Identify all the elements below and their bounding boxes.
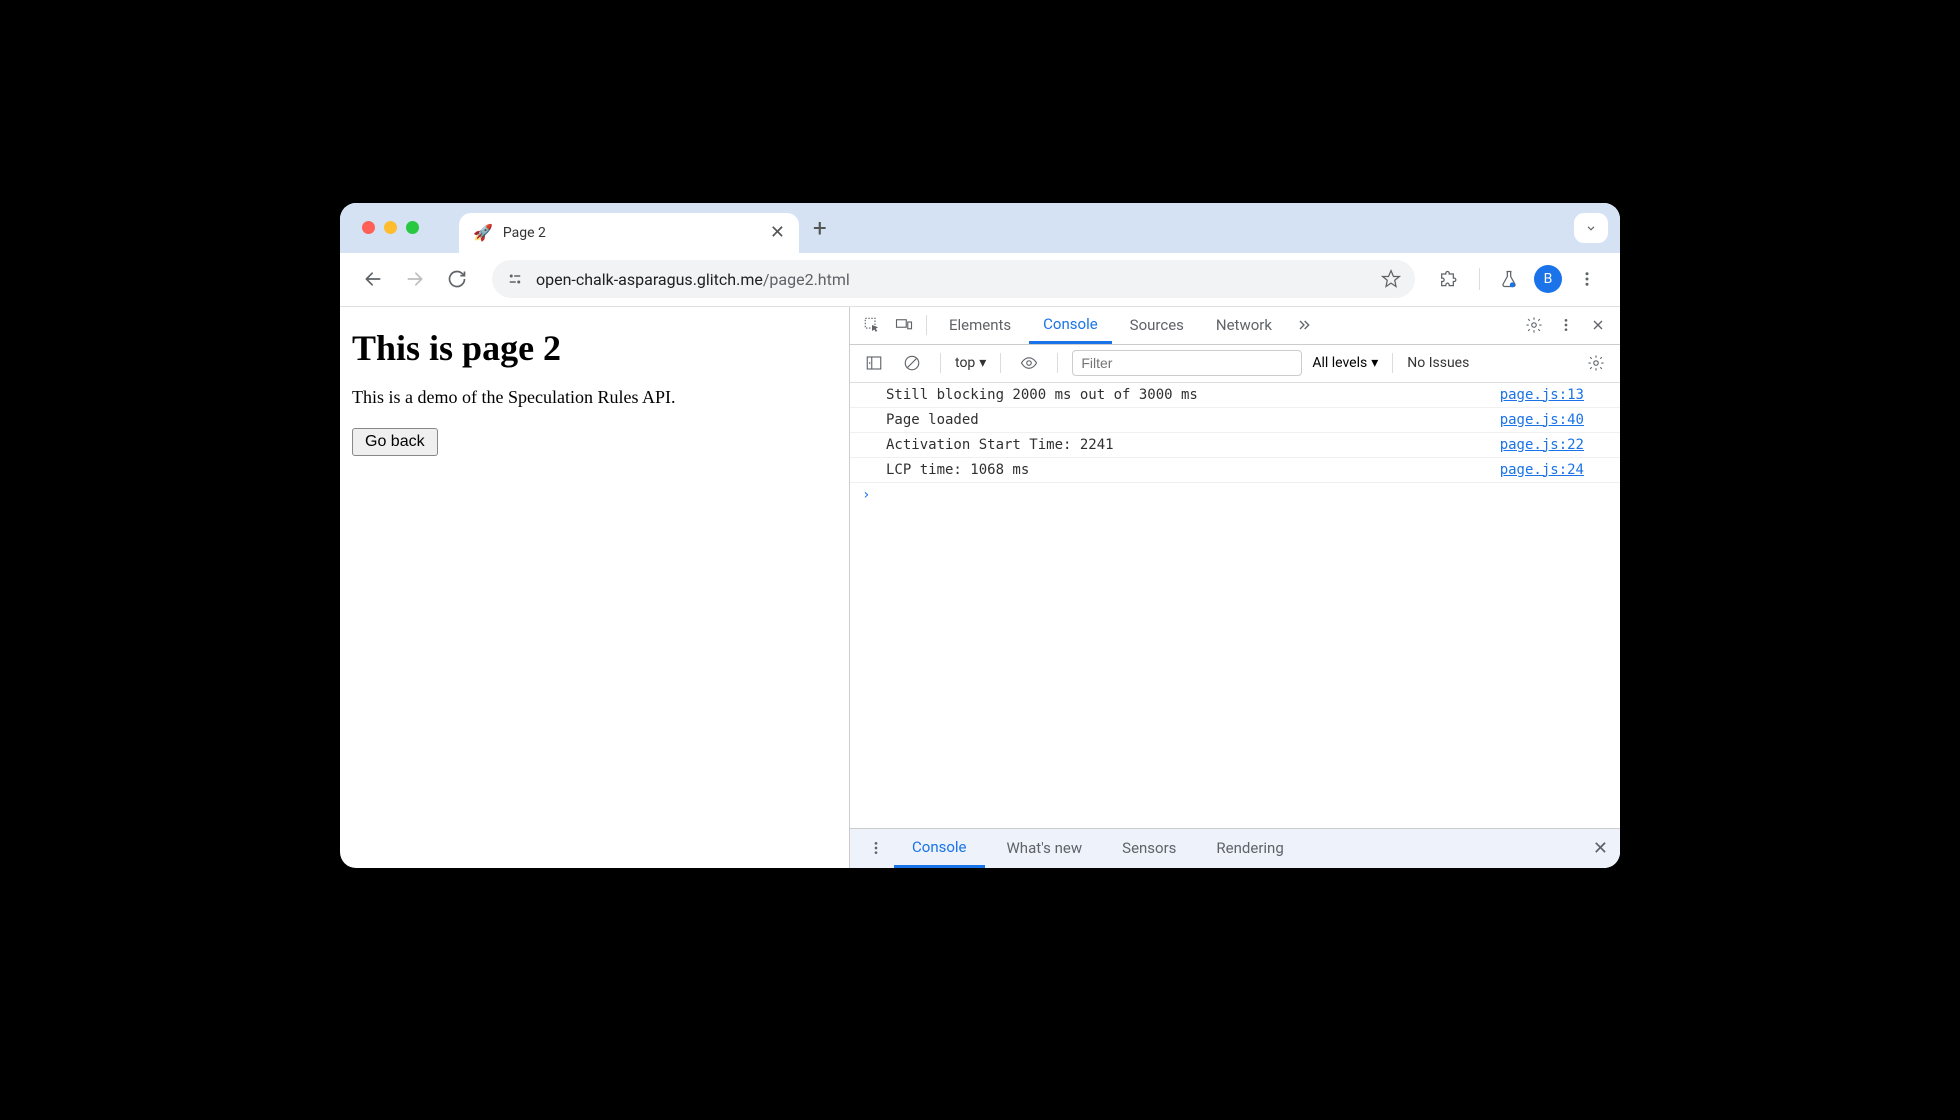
devtools-settings-icon[interactable] xyxy=(1520,311,1548,339)
profile-avatar[interactable]: B xyxy=(1534,265,1562,293)
browser-toolbar: open-chalk-asparagus.glitch.me/page2.htm… xyxy=(340,253,1620,307)
site-settings-icon[interactable] xyxy=(506,270,524,288)
separator xyxy=(1392,353,1393,373)
log-source-link[interactable]: page.js:40 xyxy=(1500,412,1584,428)
dropdown-icon: ▾ xyxy=(979,355,986,371)
clear-console-icon[interactable] xyxy=(898,349,926,377)
log-message: LCP time: 1068 ms xyxy=(886,462,1029,478)
menu-button[interactable] xyxy=(1570,262,1604,296)
console-log-row: Still blocking 2000 ms out of 3000 ms pa… xyxy=(850,383,1620,408)
content-area: This is page 2 This is a demo of the Spe… xyxy=(340,307,1620,868)
labs-button[interactable] xyxy=(1492,262,1526,296)
console-toolbar: top ▾ All levels ▾ No Issues xyxy=(850,345,1620,383)
drawer-tab-sensors[interactable]: Sensors xyxy=(1104,829,1194,868)
tabs-menu-button[interactable] xyxy=(1574,213,1608,243)
maximize-window-icon[interactable] xyxy=(406,221,419,234)
dots-vertical-icon xyxy=(868,840,884,856)
console-settings-icon[interactable] xyxy=(1582,349,1610,377)
issues-text[interactable]: No Issues xyxy=(1407,355,1469,371)
dots-vertical-icon xyxy=(1578,270,1596,288)
toolbar-divider xyxy=(1479,268,1480,290)
reload-button[interactable] xyxy=(440,262,474,296)
address-bar[interactable]: open-chalk-asparagus.glitch.me/page2.htm… xyxy=(492,260,1415,298)
levels-label: All levels xyxy=(1312,355,1367,371)
separator xyxy=(1000,353,1001,373)
window-controls xyxy=(352,221,429,234)
tab-elements[interactable]: Elements xyxy=(935,307,1025,344)
console-log-row: LCP time: 1068 ms page.js:24 xyxy=(850,458,1620,483)
puzzle-icon xyxy=(1440,269,1460,289)
tab-network[interactable]: Network xyxy=(1202,307,1286,344)
arrow-left-icon xyxy=(363,269,383,289)
chevrons-right-icon xyxy=(1296,317,1312,333)
tab-title: Page 2 xyxy=(503,225,760,241)
log-source-link[interactable]: page.js:22 xyxy=(1500,437,1584,453)
console-body: Still blocking 2000 ms out of 3000 ms pa… xyxy=(850,383,1620,828)
chevron-down-icon xyxy=(1584,221,1598,235)
context-label: top xyxy=(955,355,975,371)
live-expression-icon[interactable] xyxy=(1015,349,1043,377)
log-source-link[interactable]: page.js:13 xyxy=(1500,387,1584,403)
devtools-panel: Elements Console Sources Network xyxy=(850,307,1620,868)
separator xyxy=(926,315,927,335)
page-description: This is a demo of the Speculation Rules … xyxy=(352,387,837,408)
star-icon[interactable] xyxy=(1381,269,1401,289)
browser-tab[interactable]: 🚀 Page 2 ✕ xyxy=(459,213,799,253)
console-prompt[interactable]: › xyxy=(850,483,1620,507)
context-selector[interactable]: top ▾ xyxy=(955,355,986,371)
devtools-close-icon[interactable] xyxy=(1584,311,1612,339)
separator xyxy=(1057,353,1058,373)
log-levels-selector[interactable]: All levels ▾ xyxy=(1312,355,1378,371)
log-message: Activation Start Time: 2241 xyxy=(886,437,1114,453)
back-button[interactable] xyxy=(356,262,390,296)
drawer-tab-whats-new[interactable]: What's new xyxy=(989,829,1101,868)
tab-bar: 🚀 Page 2 ✕ + xyxy=(340,203,1620,253)
filter-input[interactable] xyxy=(1072,350,1302,376)
log-message: Page loaded xyxy=(886,412,979,428)
inspect-element-icon[interactable] xyxy=(858,311,886,339)
url-text: open-chalk-asparagus.glitch.me/page2.htm… xyxy=(536,270,1369,289)
console-log-row: Page loaded page.js:40 xyxy=(850,408,1620,433)
toggle-sidebar-icon[interactable] xyxy=(860,349,888,377)
separator xyxy=(940,353,941,373)
close-tab-icon[interactable]: ✕ xyxy=(770,222,785,243)
new-tab-button[interactable]: + xyxy=(799,214,841,242)
avatar-letter: B xyxy=(1544,271,1553,287)
forward-button[interactable] xyxy=(398,262,432,296)
flask-icon xyxy=(1499,269,1519,289)
more-tabs-icon[interactable] xyxy=(1290,311,1318,339)
close-window-icon[interactable] xyxy=(362,221,375,234)
tab-sources[interactable]: Sources xyxy=(1116,307,1198,344)
dots-vertical-icon xyxy=(1558,317,1574,333)
favicon-icon: 🚀 xyxy=(473,223,493,242)
log-message: Still blocking 2000 ms out of 3000 ms xyxy=(886,387,1198,403)
drawer-menu-icon[interactable] xyxy=(862,834,890,862)
extensions-button[interactable] xyxy=(1433,262,1467,296)
eye-icon xyxy=(1020,354,1038,372)
device-toolbar-icon[interactable] xyxy=(890,311,918,339)
gear-icon xyxy=(1525,316,1543,334)
dropdown-icon: ▾ xyxy=(1371,355,1378,371)
drawer-close-icon[interactable]: ✕ xyxy=(1593,838,1608,859)
page-heading: This is page 2 xyxy=(352,327,837,369)
reload-icon xyxy=(447,269,467,289)
drawer-tab-rendering[interactable]: Rendering xyxy=(1198,829,1301,868)
close-icon xyxy=(1590,317,1606,333)
page-content: This is page 2 This is a demo of the Spe… xyxy=(340,307,850,868)
log-source-link[interactable]: page.js:24 xyxy=(1500,462,1584,478)
devtools-menu-icon[interactable] xyxy=(1552,311,1580,339)
drawer-tab-console[interactable]: Console xyxy=(894,829,985,868)
arrow-right-icon xyxy=(405,269,425,289)
minimize-window-icon[interactable] xyxy=(384,221,397,234)
console-log-row: Activation Start Time: 2241 page.js:22 xyxy=(850,433,1620,458)
devtools-tabs: Elements Console Sources Network xyxy=(850,307,1620,345)
go-back-button[interactable]: Go back xyxy=(352,428,438,456)
browser-window: 🚀 Page 2 ✕ + open-chalk-asparagus.glitch… xyxy=(340,203,1620,868)
devtools-drawer: Console What's new Sensors Rendering ✕ xyxy=(850,828,1620,868)
gear-icon xyxy=(1587,354,1605,372)
tab-console[interactable]: Console xyxy=(1029,307,1112,344)
